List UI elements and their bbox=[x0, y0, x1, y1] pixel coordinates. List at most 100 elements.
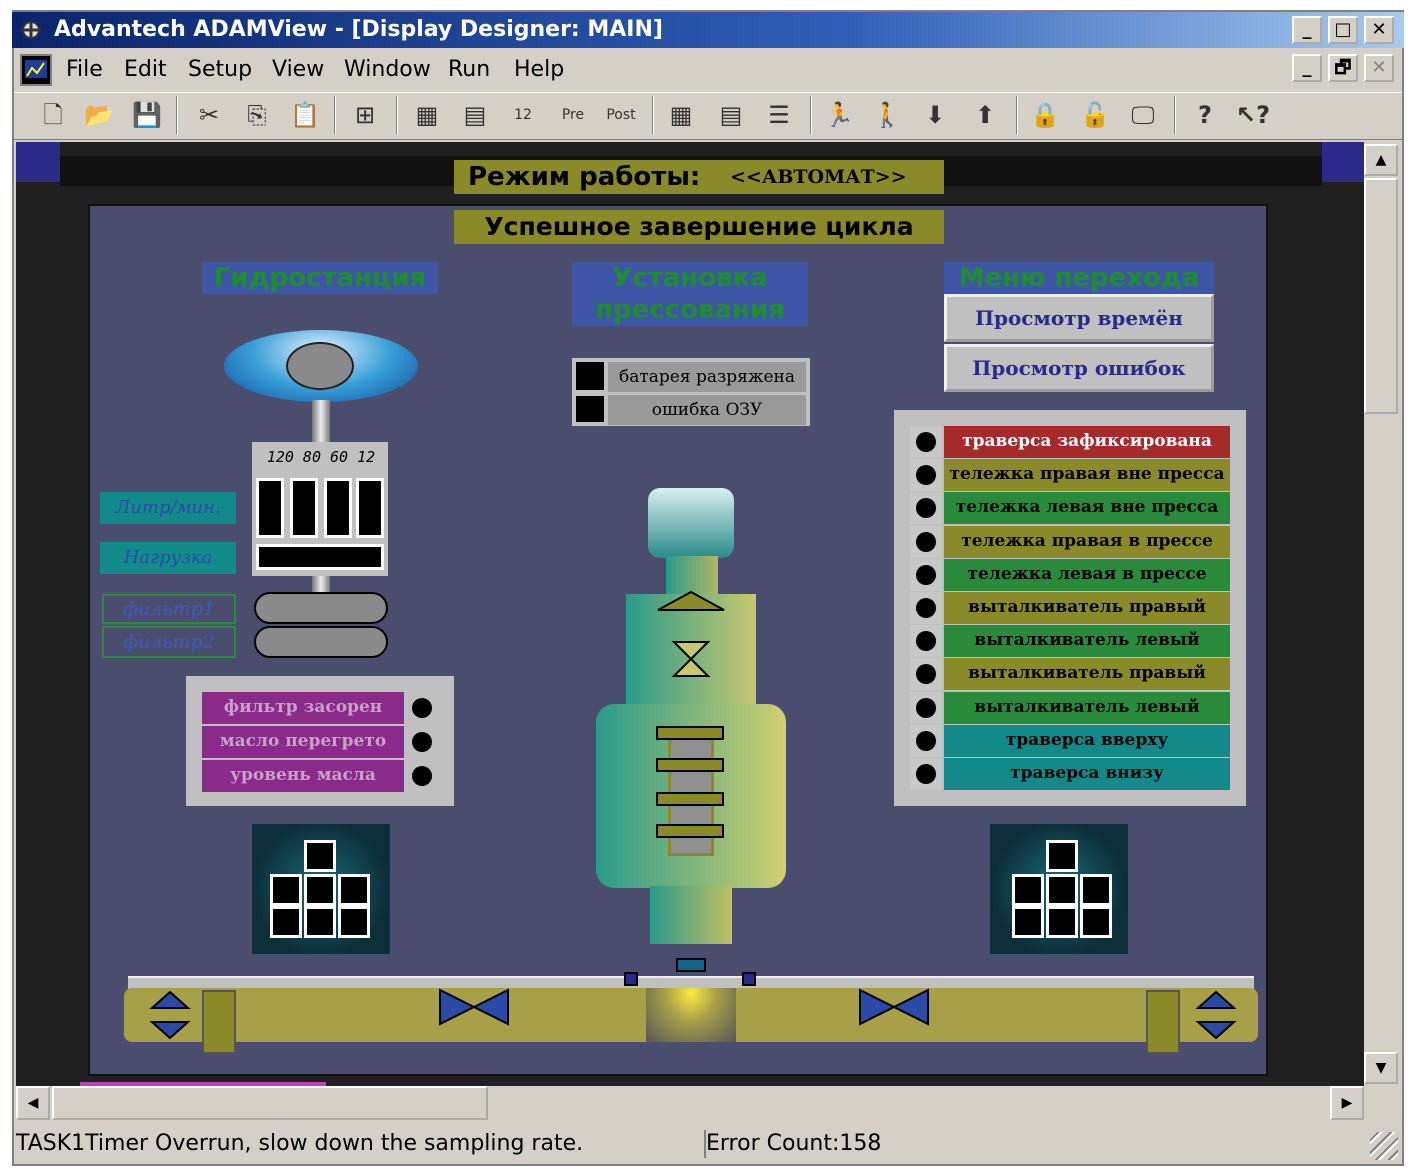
press-center-light bbox=[646, 988, 736, 1042]
right-cart-updown-icon[interactable] bbox=[1194, 988, 1238, 1042]
indicator-cell bbox=[270, 906, 302, 938]
indicator-cell bbox=[1080, 874, 1112, 906]
resize-grip-icon[interactable] bbox=[1370, 1132, 1398, 1160]
left-cart-updown-icon[interactable] bbox=[148, 988, 192, 1042]
status-lamp bbox=[916, 465, 936, 485]
filter-clogged-alarm: фильтр засорен bbox=[202, 692, 404, 724]
lock-icon[interactable]: 🔒 bbox=[1028, 98, 1062, 132]
status-lamp bbox=[916, 631, 936, 651]
post-icon[interactable]: Post bbox=[604, 98, 638, 132]
ram-error-alarm: ошибка ОЗУ bbox=[608, 395, 806, 425]
run-icon[interactable]: 🏃 bbox=[822, 98, 856, 132]
menu-run[interactable]: Run bbox=[448, 50, 490, 90]
status-row: выталкиватель левый внизу bbox=[944, 625, 1230, 681]
block-icon[interactable]: ▦ bbox=[664, 98, 698, 132]
stop-icon[interactable]: 🚶 bbox=[870, 98, 904, 132]
indicator-cell bbox=[1012, 874, 1044, 906]
menu-help[interactable]: Help bbox=[514, 50, 564, 90]
status-lamp bbox=[916, 664, 936, 684]
vertical-scroll-thumb[interactable] bbox=[1364, 178, 1398, 414]
mdi-restore-button[interactable]: 🗗 bbox=[1328, 54, 1358, 82]
copy-icon[interactable]: ⎘ bbox=[240, 98, 274, 132]
toolbar-separator bbox=[652, 96, 654, 134]
task-icon[interactable]: ▦ bbox=[410, 98, 444, 132]
sensor-marker bbox=[742, 972, 756, 986]
menu-bar: File Edit Setup View Window Run Help bbox=[14, 50, 1402, 90]
left-gate-valve-icon[interactable] bbox=[438, 988, 510, 1026]
help-icon[interactable]: ? bbox=[1188, 98, 1222, 132]
cut-icon[interactable]: ✂ bbox=[192, 98, 226, 132]
open-folder-icon[interactable]: 📂 bbox=[82, 98, 116, 132]
calendar-icon[interactable]: 12 bbox=[506, 98, 540, 132]
context-help-icon[interactable]: ↖? bbox=[1236, 98, 1270, 132]
close-button[interactable]: ✕ bbox=[1364, 16, 1394, 44]
paste-icon[interactable]: 📋 bbox=[288, 98, 322, 132]
horizontal-scroll-thumb[interactable] bbox=[52, 1086, 488, 1120]
oil-overheat-alarm: масло перегрето bbox=[202, 726, 404, 758]
mdi-close-button[interactable]: ✕ bbox=[1364, 54, 1394, 82]
filter-graphic bbox=[254, 592, 388, 624]
scroll-right-button[interactable]: ▶ bbox=[1330, 1086, 1364, 1120]
gauge-bar bbox=[256, 478, 284, 538]
indicator-cell bbox=[304, 906, 336, 938]
mode-banner: Режим работы: <<АВТОМАТ>> bbox=[454, 160, 944, 194]
minimize-button[interactable]: _ bbox=[1292, 16, 1322, 44]
mdi-minimize-button[interactable]: _ bbox=[1292, 54, 1322, 82]
status-lamp-cell bbox=[910, 592, 942, 624]
status-row: тележка левая вне пресса bbox=[944, 492, 1230, 524]
alarm-indicator bbox=[574, 360, 606, 392]
status-row: траверса внизу bbox=[944, 758, 1230, 790]
monitor-icon[interactable]: 🖵 bbox=[1126, 98, 1160, 132]
scroll-up-button[interactable]: ▲ bbox=[1364, 144, 1398, 176]
sensor-marker bbox=[676, 958, 706, 972]
mode-label: Режим работы: bbox=[468, 162, 701, 192]
menu-file[interactable]: File bbox=[66, 50, 103, 90]
status-lamp-cell bbox=[910, 526, 942, 558]
right-gate-valve-icon[interactable] bbox=[858, 988, 930, 1026]
indicator-cell bbox=[270, 874, 302, 906]
press-plate bbox=[656, 758, 724, 772]
mode-value: <<АВТОМАТ>> bbox=[730, 166, 907, 188]
menu-window[interactable]: Window bbox=[344, 50, 431, 90]
toolbar-separator bbox=[810, 96, 812, 134]
filter2-label: фильтр2 bbox=[102, 626, 236, 658]
status-lamp-cell bbox=[910, 559, 942, 591]
indicator-cell bbox=[1080, 906, 1112, 938]
pre-icon[interactable]: Pre bbox=[556, 98, 590, 132]
view-errors-button[interactable]: Просмотр ошибок bbox=[944, 344, 1214, 392]
filter-graphic bbox=[254, 626, 388, 658]
left-cart bbox=[202, 990, 236, 1054]
new-file-icon[interactable]: 🗋 bbox=[36, 98, 70, 132]
maximize-button[interactable]: □ bbox=[1328, 16, 1358, 44]
view-times-button[interactable]: Просмотр времён bbox=[944, 294, 1214, 342]
menu-setup[interactable]: Setup bbox=[188, 50, 252, 90]
document-icon[interactable] bbox=[20, 54, 52, 86]
pump-shaft bbox=[312, 400, 330, 446]
task-config-icon[interactable]: ▤ bbox=[458, 98, 492, 132]
title-bar[interactable]: Advantech ADAMView - [Display Designer: … bbox=[12, 12, 1404, 48]
scroll-left-button[interactable]: ◀ bbox=[16, 1086, 50, 1120]
insert-icon[interactable]: ⊞ bbox=[348, 98, 382, 132]
cycle-status-banner: Успешное завершение цикла bbox=[454, 210, 944, 244]
unlock-icon[interactable]: 🔓 bbox=[1078, 98, 1112, 132]
app-logo-icon[interactable] bbox=[16, 16, 46, 44]
indicator-cell bbox=[338, 874, 370, 906]
upload-icon[interactable]: ⬆ bbox=[968, 98, 1002, 132]
indicator-cell bbox=[1046, 906, 1078, 938]
save-icon[interactable]: 💾 bbox=[130, 98, 164, 132]
press-base bbox=[650, 886, 732, 944]
status-lamp-cell bbox=[910, 692, 942, 724]
download-icon[interactable]: ⬇ bbox=[918, 98, 952, 132]
load-label: Нагрузка bbox=[100, 542, 236, 574]
menu-view[interactable]: View bbox=[272, 50, 324, 90]
list-icon[interactable]: ☰ bbox=[762, 98, 796, 132]
indicator-cell bbox=[304, 840, 336, 872]
block-config-icon[interactable]: ▤ bbox=[714, 98, 748, 132]
status-lamp-cell bbox=[910, 459, 942, 491]
window-title: Advantech ADAMView - [Display Designer: … bbox=[54, 17, 663, 42]
status-lamp bbox=[916, 731, 936, 751]
alarm-lamp bbox=[412, 698, 432, 718]
menu-edit[interactable]: Edit bbox=[124, 50, 167, 90]
scroll-down-button[interactable]: ▼ bbox=[1364, 1052, 1398, 1084]
status-lamp bbox=[916, 498, 936, 518]
